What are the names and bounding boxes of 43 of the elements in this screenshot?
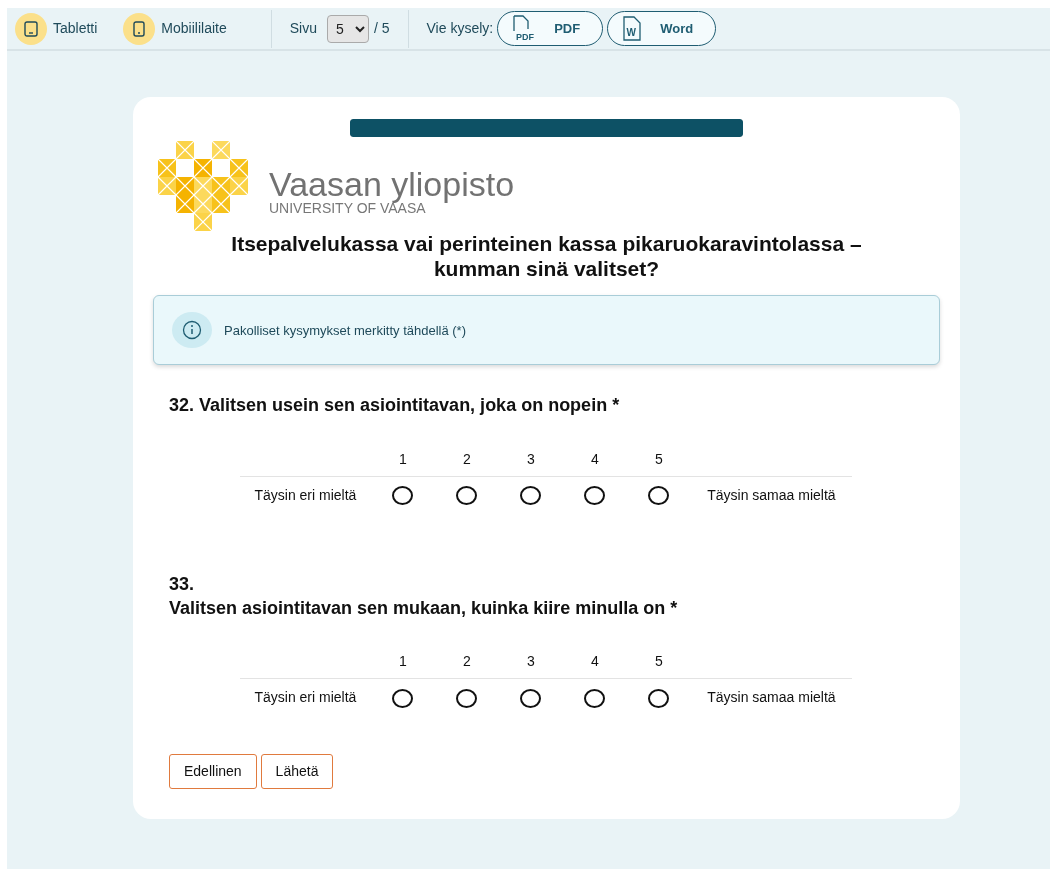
radio-button[interactable] (584, 689, 606, 709)
radio-button[interactable] (648, 689, 670, 709)
page-label: Sivu (289, 19, 317, 38)
submit-button[interactable]: Lähetä (260, 754, 334, 790)
scale-number: 5 (626, 650, 691, 679)
scale-number: 4 (562, 447, 627, 477)
scale-number: 1 (370, 650, 435, 679)
scale-number: 2 (434, 650, 499, 679)
radio-button[interactable] (584, 486, 606, 506)
notice-text: Pakolliset kysymykset merkitty tähdellä (*) (224, 321, 466, 340)
scale-number: 3 (498, 650, 563, 679)
radio-button[interactable] (456, 486, 478, 506)
radio-button[interactable] (648, 486, 670, 506)
scale-right-label: Täysin samaa mieltä (690, 678, 852, 717)
page-total: / 5 (373, 19, 390, 38)
scale-number: 4 (562, 650, 627, 679)
question-title: 32. Valitsen usein sen asiointitavan, joka on nopein * (169, 394, 621, 418)
scale-number: 2 (434, 447, 499, 477)
radio-button[interactable] (392, 486, 414, 506)
scale-number: 1 (370, 447, 435, 477)
info-icon (182, 320, 202, 341)
scale-number: 5 (626, 447, 691, 477)
word-export-button[interactable]: W Word (607, 11, 717, 46)
word-file-icon: W (622, 15, 643, 42)
phone-icon (132, 20, 147, 37)
radio-button[interactable] (520, 486, 542, 506)
previous-button[interactable]: Edellinen (169, 754, 257, 790)
question-title: 33. Valitsen asiointitavan sen mukaan, kuinka kiire minulla on * (169, 572, 679, 620)
scale-left-label: Täysin eri mieltä (240, 678, 371, 717)
scale-right-label: Täysin samaa mieltä (690, 476, 852, 514)
scale-number: 3 (498, 447, 563, 477)
radio-button[interactable] (456, 689, 478, 709)
tablet-icon (24, 20, 38, 37)
survey-title: Itsepalvelukassa vai perinteinen kassa pikaruokaravintolassa – kumman sinä valitset? (230, 231, 863, 282)
university-name: Vaasan yliopisto (269, 167, 515, 201)
radio-button[interactable] (520, 689, 542, 709)
scale-left-label: Täysin eri mieltä (240, 476, 371, 514)
page-select[interactable]: 5 (326, 14, 369, 43)
export-label: Vie kysely: (426, 19, 494, 38)
mobile-view-button[interactable]: Mobiililaite (123, 12, 227, 45)
radio-button[interactable] (392, 689, 414, 709)
pdf-export-button[interactable]: PDF PDF (497, 11, 604, 46)
tablet-view-button[interactable]: Tabletti (15, 12, 98, 45)
